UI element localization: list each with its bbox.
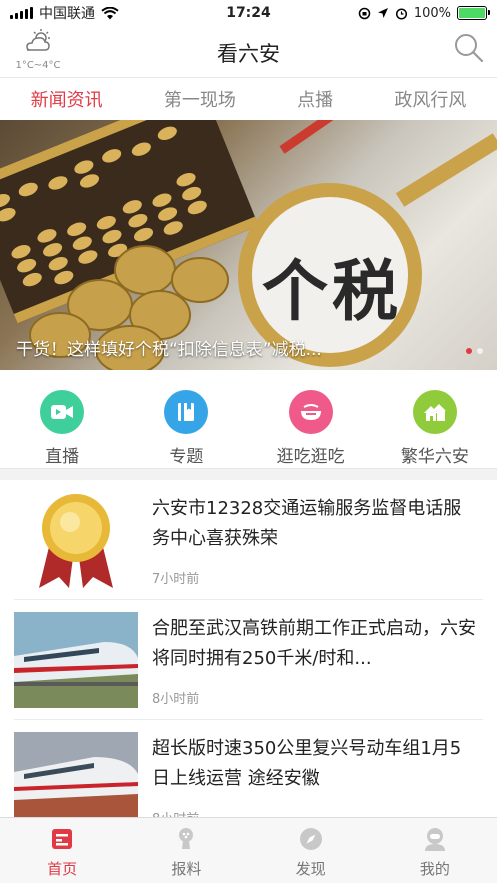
- news-list: 六安市12328交通运输服务监督电话服务中心喜获殊荣 7小时前 合肥至武汉高铁前…: [0, 480, 497, 840]
- quick-link-label: 逛吃逛吃: [276, 447, 345, 467]
- orientation-lock-icon: [358, 7, 371, 19]
- tab-label: 发现: [295, 860, 326, 878]
- tab-label: 首页: [47, 860, 78, 878]
- page-title: 看六安: [217, 42, 280, 66]
- news-time: 7小时前: [152, 572, 200, 587]
- quick-link-label: 繁华六安: [400, 447, 469, 467]
- news-title: 合肥至武汉高铁前期工作正式启动，六安将同时拥有250千米/时和...: [152, 618, 476, 669]
- tab-label: 我的: [419, 860, 450, 878]
- carousel-indicator: [466, 348, 483, 354]
- news-icon: [52, 829, 73, 849]
- news-item[interactable]: 六安市12328交通运输服务监督电话服务中心喜获殊荣 7小时前: [14, 480, 483, 600]
- search-icon: [455, 34, 484, 63]
- bowl-icon: [288, 390, 333, 434]
- banner-caption: 干货！这样填好个税“扣除信息表”减税...: [16, 340, 322, 360]
- quick-link-topics[interactable]: 专题: [131, 380, 241, 468]
- battery-icon: [457, 6, 490, 20]
- train-image: [14, 612, 138, 708]
- tab-news[interactable]: 新闻资讯: [27, 80, 107, 118]
- tab-first-scene[interactable]: 第一现场: [160, 80, 240, 118]
- tab-on-demand[interactable]: 点播: [293, 80, 337, 118]
- banner-carousel[interactable]: 个税 干货！这样填好个税“扣除信息表”减税...: [0, 120, 497, 370]
- quick-link-city[interactable]: 繁华六安: [380, 380, 490, 468]
- news-title: 六安市12328交通运输服务监督电话服务中心喜获殊荣: [152, 498, 462, 549]
- category-tabs: 新闻资讯 第一现场 点播 政风行风: [0, 78, 497, 120]
- location-icon: [377, 8, 388, 18]
- wifi-icon: [101, 6, 119, 19]
- tab-home[interactable]: 首页: [0, 818, 124, 883]
- tab-discover[interactable]: 发现: [249, 818, 373, 883]
- alarm-icon: [395, 7, 407, 20]
- carousel-dot: [477, 348, 483, 354]
- tab-report[interactable]: 报料: [124, 818, 248, 883]
- tab-profile[interactable]: 我的: [373, 818, 497, 883]
- quick-links: 直播 专题 逛吃逛吃 繁华六安: [0, 380, 497, 468]
- signal-icon: [10, 7, 33, 19]
- train-image: [14, 732, 138, 828]
- quick-link-live[interactable]: 直播: [7, 380, 117, 468]
- buildings-icon: [412, 390, 457, 434]
- app-header: 1°C~4°C 看六安: [0, 26, 497, 78]
- tab-label: 报料: [171, 860, 202, 878]
- carousel-dot: [466, 348, 472, 354]
- section-divider: [0, 468, 497, 480]
- news-thumbnail: [14, 492, 138, 588]
- user-icon: [424, 828, 445, 851]
- carrier-name: 中国联通: [39, 6, 95, 22]
- status-bar: 中国联通 17:24 100%: [0, 0, 497, 26]
- book-icon: [164, 390, 209, 434]
- search-button[interactable]: [453, 32, 485, 64]
- battery-percent: 100%: [413, 5, 451, 21]
- quick-link-label: 专题: [169, 447, 204, 467]
- banner-image: [0, 120, 497, 370]
- video-icon: [40, 390, 85, 434]
- quick-link-food[interactable]: 逛吃逛吃: [256, 380, 366, 468]
- news-thumbnail: [14, 612, 138, 708]
- compass-icon: [299, 828, 322, 850]
- tab-government-style[interactable]: 政风行风: [390, 80, 470, 118]
- microphone-icon: [179, 828, 194, 849]
- news-thumbnail: [14, 732, 138, 828]
- banner-image-text: 个税: [262, 253, 402, 330]
- news-time: 8小时前: [152, 692, 200, 707]
- bottom-tab-bar: 首页 报料 发现 我的: [0, 817, 497, 883]
- news-title: 超长版时速350公里复兴号动车组1月5日上线运营 途经安徽: [152, 738, 462, 789]
- status-time: 17:24: [226, 5, 271, 21]
- medal-icon: [14, 492, 138, 588]
- quick-link-label: 直播: [45, 447, 80, 467]
- news-item[interactable]: 合肥至武汉高铁前期工作正式启动，六安将同时拥有250千米/时和... 8小时前: [14, 600, 483, 720]
